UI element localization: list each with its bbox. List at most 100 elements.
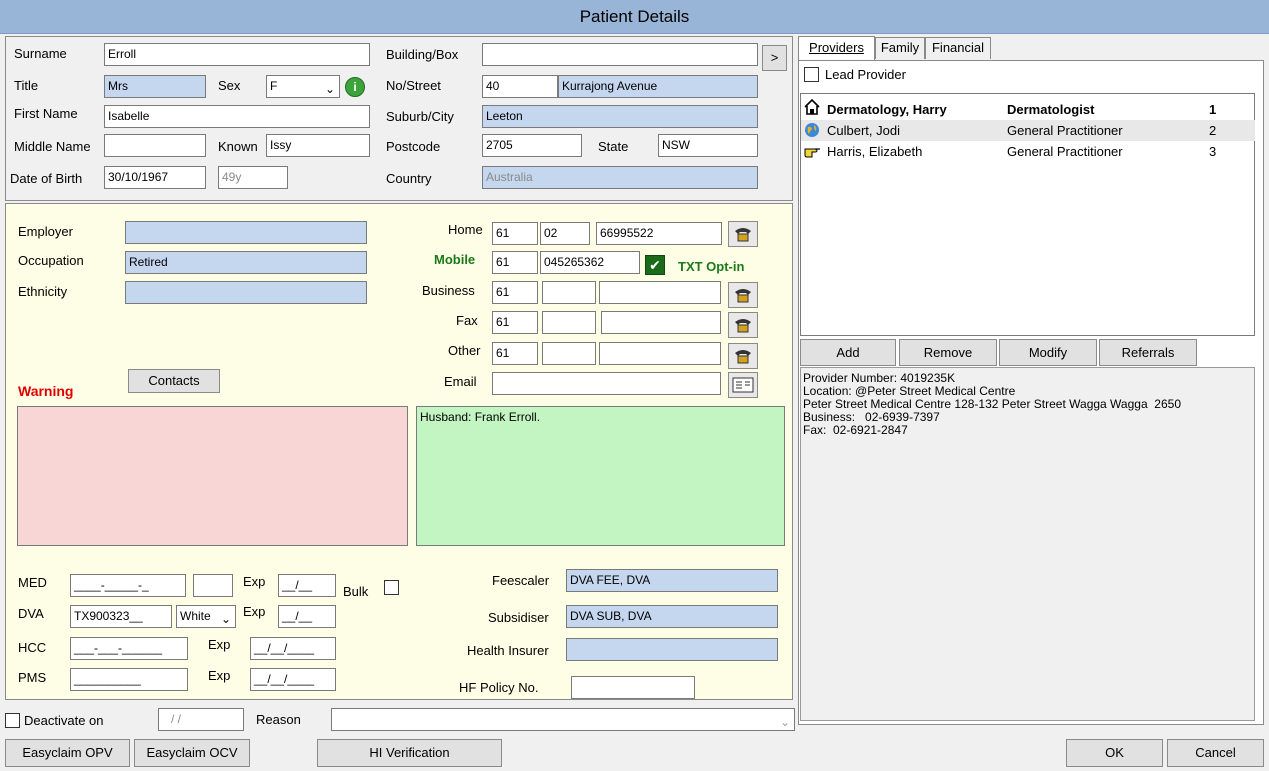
txt-optin-checkbox[interactable]: ✔ <box>645 255 665 275</box>
feescaler-input[interactable]: DVA FEE, DVA <box>566 569 778 592</box>
house-icon <box>804 98 820 121</box>
hcc-label: HCC <box>18 640 47 655</box>
business-cc-input[interactable]: 61 <box>492 281 538 304</box>
medicare-number-input[interactable]: ____-_____-_ <box>70 574 186 597</box>
hcc-exp-label: Exp <box>208 637 231 652</box>
info-icon[interactable]: i <box>345 77 365 97</box>
state-input[interactable]: NSW <box>658 134 758 157</box>
contacts-button[interactable]: Contacts <box>128 369 220 393</box>
list-item[interactable]: Culbert, Jodi General Practitioner 2 <box>801 120 1255 141</box>
warning-textarea[interactable] <box>17 406 408 546</box>
remove-provider-button[interactable]: Remove <box>899 339 997 366</box>
other-number-input[interactable] <box>599 342 721 365</box>
ok-button[interactable]: OK <box>1066 739 1163 767</box>
tab-financial[interactable]: Financial <box>925 37 991 59</box>
provider-list[interactable]: Dermatology, Harry Dermatologist 1 Culbe… <box>800 93 1255 336</box>
feescaler-label: Feescaler <box>492 573 550 588</box>
home-number-input[interactable]: 66995522 <box>596 222 722 245</box>
title-input[interactable]: Mrs <box>104 75 206 98</box>
occupation-input[interactable]: Retired <box>125 251 367 274</box>
txt-optin-label: TXT Opt-in <box>678 259 745 274</box>
business-number-input[interactable] <box>599 281 721 304</box>
country-input[interactable]: Australia <box>482 166 758 189</box>
cancel-button[interactable]: Cancel <box>1167 739 1264 767</box>
middle-name-input[interactable] <box>104 134 206 157</box>
ethnicity-input[interactable] <box>125 281 367 304</box>
health-insurer-input[interactable] <box>566 638 778 661</box>
referrals-button[interactable]: Referrals <box>1099 339 1197 366</box>
dva-exp-input[interactable]: __/__ <box>278 605 336 628</box>
country-label: Country <box>386 171 432 186</box>
dva-colour-select[interactable]: White ⌄ <box>176 605 236 628</box>
suburb-input[interactable]: Leeton <box>482 105 758 128</box>
subsidiser-label: Subsidiser <box>488 610 549 625</box>
fax-area-input[interactable] <box>542 311 596 334</box>
hi-verification-button[interactable]: HI Verification <box>317 739 502 767</box>
easyclaim-ocv-button[interactable]: Easyclaim OCV <box>134 739 250 767</box>
age-field: 49y <box>218 166 288 189</box>
pms-number-input[interactable]: __________ <box>70 668 188 691</box>
medicare-irn-input[interactable] <box>193 574 233 597</box>
tab-providers[interactable]: Providers <box>798 36 875 60</box>
email-input[interactable] <box>492 372 721 395</box>
pms-exp-input[interactable]: __/__/____ <box>250 668 336 691</box>
building-input[interactable] <box>482 43 758 66</box>
easyclaim-opv-button[interactable]: Easyclaim OPV <box>5 739 130 767</box>
dob-input[interactable]: 30/10/1967 <box>104 166 206 189</box>
title-label: Title <box>14 78 39 93</box>
chevron-down-icon: ⌄ <box>219 609 231 627</box>
medicare-exp-input[interactable]: __/__ <box>278 574 336 597</box>
mobile-number-input[interactable]: 045265362 <box>540 251 640 274</box>
postcode-input[interactable]: 2705 <box>482 134 582 157</box>
bulk-checkbox[interactable] <box>384 580 399 595</box>
chevron-down-icon: ⌄ <box>779 715 790 729</box>
add-provider-button[interactable]: Add <box>800 339 896 366</box>
hf-policy-input[interactable] <box>571 676 695 699</box>
other-area-input[interactable] <box>542 342 596 365</box>
sex-value: F <box>270 79 278 93</box>
reason-select[interactable]: ⌄ <box>331 708 795 731</box>
sex-select[interactable]: F ⌄ <box>266 75 340 98</box>
warning-label: Warning <box>18 383 74 399</box>
dial-phone-icon[interactable] <box>728 282 758 308</box>
home-cc-input[interactable]: 61 <box>492 222 538 245</box>
known-input[interactable]: Issy <box>266 134 370 157</box>
list-item[interactable]: Dermatology, Harry Dermatologist 1 <box>801 98 1255 121</box>
first-name-input[interactable]: Isabelle <box>104 105 370 128</box>
suburb-label: Suburb/City <box>386 109 454 124</box>
notes-textarea[interactable]: Husband: Frank Erroll. <box>416 406 785 546</box>
street-no-input[interactable]: 40 <box>482 75 558 98</box>
email-card-icon[interactable] <box>728 372 758 398</box>
street-name-input[interactable]: Kurrajong Avenue <box>558 75 758 98</box>
building-label: Building/Box <box>386 47 459 62</box>
tab-family[interactable]: Family <box>875 37 925 59</box>
other-phone-label: Other <box>448 343 481 358</box>
deactivate-date-input[interactable]: / / <box>158 708 244 731</box>
modify-provider-button[interactable]: Modify <box>999 339 1097 366</box>
surname-input[interactable]: Erroll <box>104 43 370 66</box>
dva-exp-label: Exp <box>243 604 266 619</box>
employer-input[interactable] <box>125 221 367 244</box>
fax-cc-input[interactable]: 61 <box>492 311 538 334</box>
dial-phone-icon[interactable] <box>728 312 758 338</box>
bulk-label: Bulk <box>343 584 369 599</box>
deactivate-checkbox[interactable] <box>5 713 20 728</box>
dial-phone-icon[interactable] <box>728 221 758 247</box>
fax-number-input[interactable] <box>601 311 721 334</box>
home-area-input[interactable]: 02 <box>540 222 590 245</box>
other-cc-input[interactable]: 61 <box>492 342 538 365</box>
subsidiser-input[interactable]: DVA SUB, DVA <box>566 605 778 628</box>
home-phone-label: Home <box>448 222 483 237</box>
hcc-exp-input[interactable]: __/__/____ <box>250 637 336 660</box>
list-item[interactable]: Harris, Elizabeth General Practitioner 3 <box>801 141 1255 162</box>
dial-phone-icon[interactable] <box>728 343 758 369</box>
dva-number-input[interactable]: TX900323__ <box>70 605 172 628</box>
lead-provider-checkbox[interactable] <box>804 67 819 82</box>
hcc-number-input[interactable]: ___-___-______ <box>70 637 188 660</box>
business-area-input[interactable] <box>542 281 596 304</box>
reason-label: Reason <box>256 712 301 727</box>
mobile-cc-input[interactable]: 61 <box>492 251 538 274</box>
provider-role: General Practitioner <box>1007 144 1123 159</box>
sex-label: Sex <box>218 78 241 93</box>
address-more-button[interactable]: > <box>762 45 787 71</box>
